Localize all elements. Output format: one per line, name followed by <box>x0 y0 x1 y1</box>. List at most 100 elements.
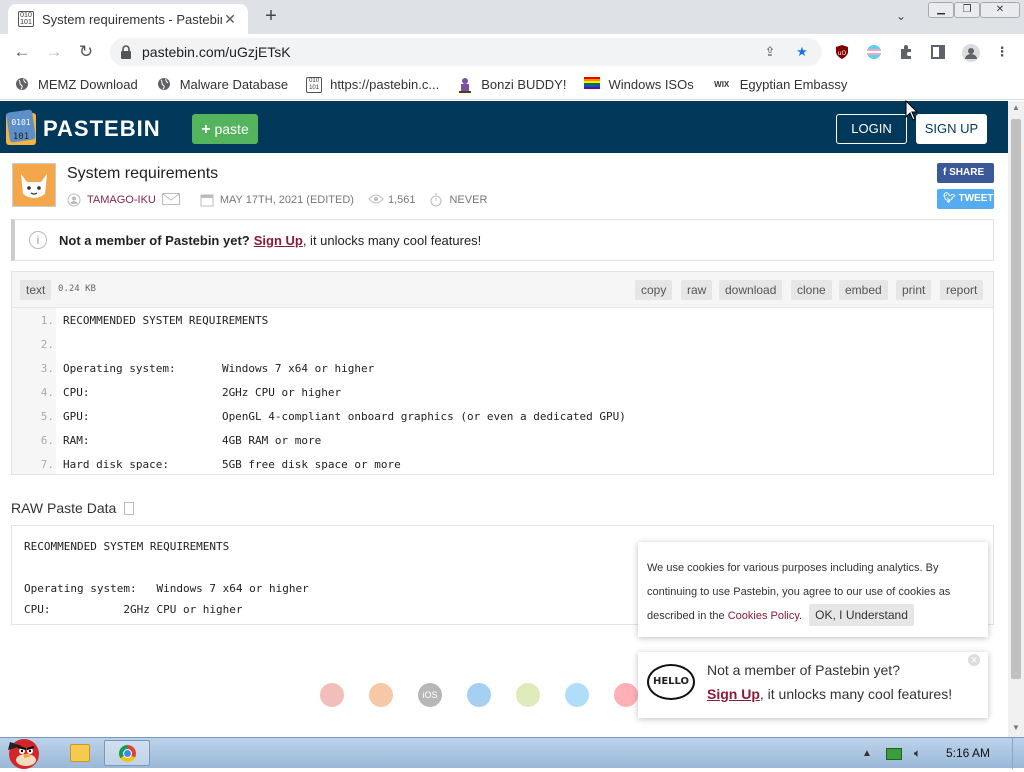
side-panel-icon[interactable] <box>930 44 946 60</box>
code-line: Operating system: Windows 7 x64 or highe… <box>63 362 375 375</box>
line-number: 2. <box>40 338 54 351</box>
code-body: 1. 2. 3. 4. 5. 6. 7. RECOMMENDED SYSTEM … <box>12 308 993 474</box>
chrome-logo-icon[interactable] <box>320 683 344 707</box>
browser-menu-icon[interactable]: ⋮ <box>994 44 1010 60</box>
stopwatch-icon <box>429 193 443 207</box>
tab-strip: 010 101 System requirements - Pastebin ✕ … <box>0 0 1024 34</box>
paste-meta: TAMAGO-IKU MAY 17TH, 2021 (EDITED) 1,561… <box>67 193 501 207</box>
browser-tab[interactable]: 010 101 System requirements - Pastebin ✕ <box>8 4 248 34</box>
explorer-folder-icon[interactable] <box>70 744 90 762</box>
popup-signup-link[interactable]: Sign Up <box>707 686 760 702</box>
svg-text:uO: uO <box>838 50 847 57</box>
scroll-up-arrow-icon[interactable]: ▲ <box>1011 103 1021 112</box>
author-link[interactable]: TAMAGO-IKU <box>87 194 156 206</box>
code-line: CPU: 2GHz CPU or higher <box>63 386 342 399</box>
reload-icon[interactable]: ↻ <box>76 42 96 62</box>
code-line: RECOMMENDED SYSTEM REQUIREMENTS <box>63 314 269 327</box>
author-avatar[interactable] <box>12 163 56 207</box>
minimize-window-icon[interactable]: ▁ <box>928 2 954 18</box>
network-icon[interactable] <box>885 747 902 760</box>
twitter-tweet-button[interactable]: 🐦︎ TWEET <box>937 189 994 209</box>
line-number: 4. <box>40 386 54 399</box>
message-envelope-icon[interactable] <box>161 193 180 207</box>
signup-popup: HELLO Not a member of Pastebin yet? Sign… <box>638 652 988 718</box>
signup-button[interactable]: SIGN UP <box>916 114 987 144</box>
copy-button[interactable]: copy <box>635 280 673 300</box>
android-logo-icon[interactable] <box>516 683 540 707</box>
page-scrollbar[interactable]: ▲ ▼ <box>1008 101 1024 737</box>
back-arrow-icon[interactable]: ← <box>12 42 32 62</box>
pastebin-logo-icon[interactable]: 0101 101 <box>4 109 38 147</box>
cookies-policy-link[interactable]: Cookies Policy <box>728 610 799 622</box>
macos-logo-icon[interactable] <box>565 683 589 707</box>
new-paste-button[interactable]: + paste <box>192 114 258 144</box>
line-number: 3. <box>40 362 54 375</box>
bookmark-windows-isos[interactable]: Windows ISOs <box>584 76 694 93</box>
browser-support-icons: iOS <box>320 683 663 707</box>
signup-notice: i Not a member of Pastebin yet? Sign Up … <box>11 219 994 261</box>
bookmark-memz-download[interactable]: MEMZ Download <box>14 77 138 93</box>
globe-icon <box>14 77 30 93</box>
tray-expand-arrow-icon[interactable]: ▲ <box>862 748 872 759</box>
ios-logo-icon[interactable]: iOS <box>418 683 442 707</box>
taskbar-chrome-button[interactable] <box>104 740 150 766</box>
scrollbar-thumb[interactable] <box>1011 119 1021 679</box>
print-button[interactable]: print <box>896 280 932 300</box>
paste-expiry: NEVER <box>449 194 488 206</box>
close-popup-icon[interactable]: ✕ <box>968 654 980 666</box>
site-logo-text[interactable]: PASTEBIN <box>43 116 161 142</box>
show-desktop-button[interactable] <box>1012 738 1024 769</box>
address-bar[interactable]: pastebin.com/uGzjETsK <box>110 38 822 66</box>
close-window-icon[interactable]: ✕ <box>980 2 1020 18</box>
cookie-text: We use cookies for various purposes incl… <box>647 556 982 628</box>
plus-icon: + <box>201 121 211 138</box>
cookie-consent-popup: We use cookies for various purposes incl… <box>638 542 988 637</box>
restore-window-icon[interactable]: ❐ <box>954 2 980 18</box>
paste-date: MAY 17TH, 2021 (EDITED) <box>219 194 354 206</box>
bookmark-egyptian-embassy[interactable]: WIX Egyptian Embassy <box>712 77 847 93</box>
facebook-share-button[interactable]: f SHARE <box>937 163 994 183</box>
eye-views-icon <box>368 193 384 207</box>
notice-signup-link[interactable]: Sign Up <box>254 233 303 248</box>
new-tab-button[interactable]: + <box>260 6 282 28</box>
bookmark-star-icon[interactable]: ★ <box>794 44 810 60</box>
calendar-icon <box>200 193 214 207</box>
code-line: GPU: OpenGL 4-compliant onboard graphics… <box>63 410 626 423</box>
flag-extension-icon[interactable] <box>866 44 882 60</box>
taskbar-clock[interactable]: 5:16 AM <box>946 746 990 760</box>
report-button[interactable]: report <box>940 280 984 300</box>
login-button[interactable]: LOGIN <box>836 114 907 144</box>
tab-title: System requirements - Pastebin <box>42 11 222 27</box>
bookmark-malware-database[interactable]: Malware Database <box>156 77 288 93</box>
firefox-logo-icon[interactable] <box>369 683 393 707</box>
tab-close-icon[interactable]: ✕ <box>222 11 238 28</box>
pastebin-favicon-icon: 010 101 <box>18 11 34 27</box>
scroll-down-arrow-icon[interactable]: ▼ <box>1011 723 1021 732</box>
raw-button[interactable]: raw <box>681 280 713 300</box>
clone-button[interactable]: clone <box>791 280 832 300</box>
opera-logo-icon[interactable] <box>614 683 638 707</box>
windows-logo-icon[interactable] <box>467 683 491 707</box>
download-button[interactable]: download <box>719 280 783 300</box>
bookmark-bonzi-buddy[interactable]: Bonzi BUDDY! <box>457 77 566 93</box>
extensions-puzzle-icon[interactable] <box>898 44 914 60</box>
bookmark-pastebin[interactable]: 010 101 https://pastebin.c... <box>306 76 439 93</box>
profile-avatar-icon[interactable] <box>962 44 980 62</box>
cookie-accept-button[interactable]: OK, I Understand <box>809 604 914 626</box>
popup-line1: Not a member of Pastebin yet? <box>707 662 900 678</box>
notice-rest-text: , it unlocks many cool features! <box>302 232 482 248</box>
forward-arrow-icon[interactable]: → <box>44 42 64 62</box>
copy-clipboard-icon[interactable] <box>124 501 135 515</box>
share-page-icon[interactable]: ⇪ <box>762 44 778 60</box>
page-viewport: 0101 101 PASTEBIN + paste LOGIN SIGN UP … <box>0 101 1008 737</box>
tab-search-chevron-icon[interactable]: ⌄ <box>896 9 906 23</box>
start-button-angry-bird-icon[interactable] <box>0 732 50 769</box>
ublock-extension-icon[interactable]: uO <box>834 44 850 60</box>
syntax-badge[interactable]: text <box>20 280 52 300</box>
paste-size: 0.24 KB <box>58 284 96 294</box>
volume-icon[interactable]: 🔈︎ <box>914 746 921 761</box>
twitter-bird-icon: 🐦︎ <box>943 193 956 204</box>
mouse-cursor-icon <box>905 100 919 121</box>
code-container: text 0.24 KB copy raw download clone emb… <box>11 271 994 475</box>
embed-button[interactable]: embed <box>839 280 888 300</box>
